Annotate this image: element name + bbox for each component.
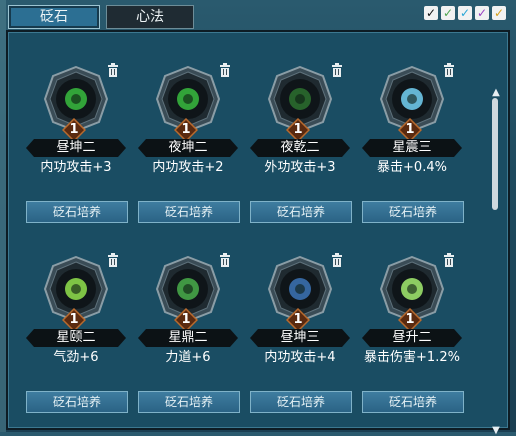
gem-name-bar: 昼升二	[362, 329, 462, 347]
gem-name: 昼坤三	[280, 330, 320, 345]
train-button[interactable]: 砭石培养	[362, 201, 464, 223]
gem-card[interactable]: 1 昼升二 暴击伤害+1.2% 砭石培养	[358, 248, 466, 420]
train-button[interactable]: 砭石培养	[250, 201, 352, 223]
tab-bianshi[interactable]: 砭石	[8, 5, 100, 29]
tab-bar: 砭石 心法	[8, 5, 194, 29]
gem-stat: 内功攻击+4	[264, 350, 336, 365]
gem-stat: 内功攻击+3	[40, 160, 112, 175]
gem-name-bar: 夜坤二	[138, 139, 238, 157]
gem-name-bar: 星震三	[362, 139, 462, 157]
gem-card[interactable]: 1 星震三 暴击+0.4% 砭石培养	[358, 58, 466, 230]
train-button[interactable]: 砭石培养	[138, 201, 240, 223]
gem-name-bar: 夜乾二	[250, 139, 350, 157]
gem-name-bar: 昼坤二	[26, 139, 126, 157]
gem-card[interactable]: 1 星颐二 气劲+6 砭石培养	[22, 248, 130, 420]
gem-card[interactable]: 1 夜乾二 外功攻击+3 砭石培养	[246, 58, 354, 230]
gem-card[interactable]: 1 星鼎二 力道+6 砭石培养	[134, 248, 242, 420]
gem-name-bar: 星颐二	[26, 329, 126, 347]
gem-name: 夜乾二	[280, 140, 320, 155]
trash-icon[interactable]	[218, 252, 232, 267]
gem-name: 昼坤二	[56, 140, 96, 155]
scroll-up-icon[interactable]: ▲	[490, 88, 502, 98]
check-icon[interactable]: ✓	[458, 6, 472, 20]
gem-name: 星鼎二	[168, 330, 208, 345]
gem-name-bar: 昼坤三	[250, 329, 350, 347]
check-icon[interactable]: ✓	[475, 6, 489, 20]
gem-stat: 外功攻击+3	[264, 160, 336, 175]
trash-icon[interactable]	[330, 252, 344, 267]
tab-xinfa[interactable]: 心法	[106, 5, 194, 29]
trash-icon[interactable]	[218, 62, 232, 77]
gem-stat: 气劲+6	[53, 350, 99, 365]
gem-name: 星震三	[392, 140, 432, 155]
gem-panel: 1 昼坤二 内功攻击+3 砭石培养 1 夜坤二 内功攻击+2 砭石培养 1 夜乾…	[6, 30, 510, 436]
gem-name: 昼升二	[392, 330, 432, 345]
train-button[interactable]: 砭石培养	[138, 391, 240, 413]
gem-grid: 1 昼坤二 内功攻击+3 砭石培养 1 夜坤二 内功攻击+2 砭石培养 1 夜乾…	[22, 58, 470, 420]
check-icon[interactable]: ✓	[424, 6, 438, 20]
gem-name: 夜坤二	[168, 140, 208, 155]
filter-checkboxes: ✓ ✓ ✓ ✓ ✓	[424, 6, 506, 20]
train-button[interactable]: 砭石培养	[250, 391, 352, 413]
gem-stat: 暴击+0.4%	[377, 160, 447, 175]
train-button[interactable]: 砭石培养	[362, 391, 464, 413]
gem-stat: 暴击伤害+1.2%	[364, 350, 460, 365]
gem-name-bar: 星鼎二	[138, 329, 238, 347]
trash-icon[interactable]	[442, 62, 456, 77]
gem-name: 星颐二	[56, 330, 96, 345]
trash-icon[interactable]	[442, 252, 456, 267]
train-button[interactable]: 砭石培养	[26, 201, 128, 223]
gem-card[interactable]: 1 夜坤二 内功攻击+2 砭石培养	[134, 58, 242, 230]
gem-stat: 内功攻击+2	[152, 160, 224, 175]
gem-card[interactable]: 1 昼坤二 内功攻击+3 砭石培养	[22, 58, 130, 230]
trash-icon[interactable]	[106, 62, 120, 77]
check-icon[interactable]: ✓	[492, 6, 506, 20]
train-button[interactable]: 砭石培养	[26, 391, 128, 413]
gem-stat: 力道+6	[165, 350, 211, 365]
gem-card[interactable]: 1 昼坤三 内功攻击+4 砭石培养	[246, 248, 354, 420]
trash-icon[interactable]	[106, 252, 120, 267]
trash-icon[interactable]	[330, 62, 344, 77]
check-icon[interactable]: ✓	[441, 6, 455, 20]
scrollbar-thumb[interactable]	[492, 98, 498, 210]
scroll-down-icon[interactable]: ▼	[490, 426, 502, 436]
